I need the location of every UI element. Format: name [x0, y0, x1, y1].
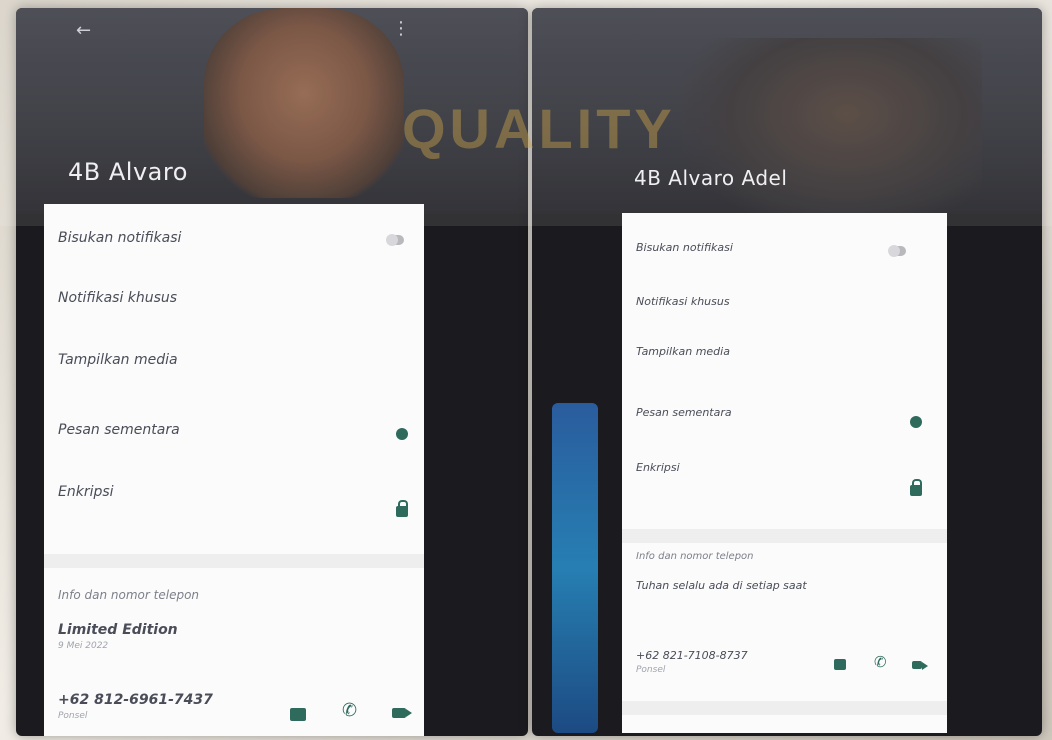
- disappearing-messages-row[interactable]: Pesan sementara: [58, 422, 410, 438]
- info-section-title: Info dan nomor telepon: [58, 588, 200, 602]
- timer-icon: [910, 416, 922, 428]
- settings-card: Bisukan notifikasi Notifikasi khusus Tam…: [44, 204, 424, 736]
- section-divider: [622, 529, 947, 543]
- back-arrow-icon[interactable]: ←: [76, 20, 91, 41]
- show-media-label: Tampilkan media: [58, 352, 178, 368]
- encryption-label: Enkripsi: [636, 461, 680, 474]
- contact-photo: [682, 38, 982, 228]
- encryption-label: Enkripsi: [58, 484, 114, 500]
- info-section-header: Info dan nomor telepon: [58, 588, 410, 602]
- encryption-row[interactable]: Enkripsi: [636, 461, 933, 474]
- lock-icon: [910, 479, 922, 496]
- about-date: 9 Mei 2022: [58, 641, 109, 651]
- disappearing-messages-label: Pesan sementara: [636, 406, 732, 419]
- settings-card: Bisukan notifikasi Notifikasi khusus Tam…: [622, 213, 947, 733]
- phone-number: +62 821-7108-8737: [636, 649, 748, 662]
- phone-number: +62 812-6961-7437: [58, 692, 213, 708]
- show-media-row[interactable]: Tampilkan media: [636, 345, 933, 358]
- phone-type: Ponsel: [636, 665, 666, 675]
- about-row[interactable]: Limited Edition 9 Mei 2022: [58, 622, 410, 651]
- video-call-icon[interactable]: [392, 708, 412, 718]
- custom-notifications-row[interactable]: Notifikasi khusus: [58, 290, 410, 306]
- section-divider: [622, 701, 947, 715]
- phone-type: Ponsel: [58, 711, 88, 721]
- mute-notifications-row[interactable]: Bisukan notifikasi: [58, 230, 410, 246]
- encryption-row[interactable]: Enkripsi: [58, 484, 410, 500]
- custom-notifications-label: Notifikasi khusus: [58, 290, 178, 306]
- message-icon[interactable]: [834, 659, 846, 670]
- mute-toggle[interactable]: [386, 234, 404, 246]
- lock-icon: [396, 500, 408, 517]
- disappearing-messages-label: Pesan sementara: [58, 422, 180, 438]
- info-section-title: Info dan nomor telepon: [636, 551, 754, 562]
- phone-number-row[interactable]: +62 821-7108-8737 Ponsel: [636, 649, 933, 675]
- info-section-header: Info dan nomor telepon: [636, 551, 933, 562]
- about-status: Tuhan selalu ada di setiap saat: [636, 579, 807, 592]
- more-options-icon[interactable]: ⋮: [392, 18, 410, 39]
- mute-notifications-label: Bisukan notifikasi: [58, 230, 182, 246]
- about-row[interactable]: Tuhan selalu ada di setiap saat: [636, 579, 933, 592]
- about-status: Limited Edition: [58, 622, 178, 638]
- mute-toggle[interactable]: [888, 245, 906, 257]
- disappearing-messages-row[interactable]: Pesan sementara: [636, 406, 933, 419]
- show-media-label: Tampilkan media: [636, 345, 730, 358]
- message-icon[interactable]: [290, 708, 306, 721]
- contact-name: 4B Alvaro: [68, 158, 188, 186]
- watermark-text: QUALITY: [402, 97, 676, 160]
- timer-icon: [396, 428, 408, 440]
- background-object: [552, 403, 598, 733]
- custom-notifications-row[interactable]: Notifikasi khusus: [636, 295, 933, 308]
- phone-call-icon[interactable]: ✆: [342, 700, 357, 721]
- custom-notifications-label: Notifikasi khusus: [636, 295, 730, 308]
- video-call-icon[interactable]: [912, 661, 928, 670]
- phone-number-row[interactable]: +62 812-6961-7437 Ponsel: [58, 692, 410, 721]
- contact-photo: [204, 8, 404, 198]
- phone-call-icon[interactable]: ✆: [874, 653, 887, 671]
- section-divider: [44, 554, 424, 568]
- show-media-row[interactable]: Tampilkan media: [58, 352, 410, 368]
- contact-name: 4B Alvaro Adel: [634, 166, 788, 190]
